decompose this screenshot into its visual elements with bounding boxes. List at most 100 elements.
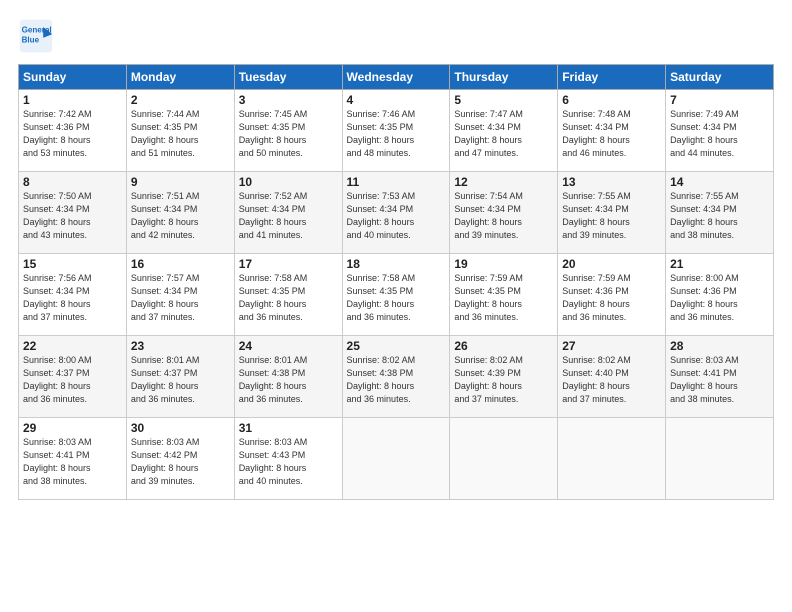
- day-info: Sunrise: 7:56 AMSunset: 4:34 PMDaylight:…: [23, 272, 122, 324]
- calendar-cell: 23Sunrise: 8:01 AMSunset: 4:37 PMDayligh…: [126, 336, 234, 418]
- day-number: 9: [131, 175, 230, 189]
- calendar-cell: [558, 418, 666, 500]
- calendar-cell: 27Sunrise: 8:02 AMSunset: 4:40 PMDayligh…: [558, 336, 666, 418]
- day-info: Sunrise: 7:48 AMSunset: 4:34 PMDaylight:…: [562, 108, 661, 160]
- day-info: Sunrise: 7:52 AMSunset: 4:34 PMDaylight:…: [239, 190, 338, 242]
- calendar-cell: 18Sunrise: 7:58 AMSunset: 4:35 PMDayligh…: [342, 254, 450, 336]
- day-number: 8: [23, 175, 122, 189]
- calendar-week-row: 22Sunrise: 8:00 AMSunset: 4:37 PMDayligh…: [19, 336, 774, 418]
- day-number: 22: [23, 339, 122, 353]
- calendar-cell: 6Sunrise: 7:48 AMSunset: 4:34 PMDaylight…: [558, 90, 666, 172]
- col-header-monday: Monday: [126, 65, 234, 90]
- calendar-week-row: 29Sunrise: 8:03 AMSunset: 4:41 PMDayligh…: [19, 418, 774, 500]
- day-number: 1: [23, 93, 122, 107]
- calendar-cell: 11Sunrise: 7:53 AMSunset: 4:34 PMDayligh…: [342, 172, 450, 254]
- day-number: 21: [670, 257, 769, 271]
- day-info: Sunrise: 8:01 AMSunset: 4:37 PMDaylight:…: [131, 354, 230, 406]
- calendar-cell: 29Sunrise: 8:03 AMSunset: 4:41 PMDayligh…: [19, 418, 127, 500]
- day-number: 31: [239, 421, 338, 435]
- col-header-saturday: Saturday: [666, 65, 774, 90]
- day-number: 13: [562, 175, 661, 189]
- calendar-cell: [666, 418, 774, 500]
- day-number: 23: [131, 339, 230, 353]
- day-info: Sunrise: 8:02 AMSunset: 4:40 PMDaylight:…: [562, 354, 661, 406]
- day-info: Sunrise: 8:02 AMSunset: 4:39 PMDaylight:…: [454, 354, 553, 406]
- day-info: Sunrise: 8:01 AMSunset: 4:38 PMDaylight:…: [239, 354, 338, 406]
- calendar-cell: 28Sunrise: 8:03 AMSunset: 4:41 PMDayligh…: [666, 336, 774, 418]
- calendar-cell: 20Sunrise: 7:59 AMSunset: 4:36 PMDayligh…: [558, 254, 666, 336]
- day-number: 15: [23, 257, 122, 271]
- day-info: Sunrise: 7:51 AMSunset: 4:34 PMDaylight:…: [131, 190, 230, 242]
- day-number: 29: [23, 421, 122, 435]
- calendar-cell: 10Sunrise: 7:52 AMSunset: 4:34 PMDayligh…: [234, 172, 342, 254]
- day-number: 19: [454, 257, 553, 271]
- day-number: 3: [239, 93, 338, 107]
- day-info: Sunrise: 7:58 AMSunset: 4:35 PMDaylight:…: [347, 272, 446, 324]
- day-info: Sunrise: 7:45 AMSunset: 4:35 PMDaylight:…: [239, 108, 338, 160]
- col-header-tuesday: Tuesday: [234, 65, 342, 90]
- calendar-cell: 15Sunrise: 7:56 AMSunset: 4:34 PMDayligh…: [19, 254, 127, 336]
- day-number: 5: [454, 93, 553, 107]
- calendar-cell: [342, 418, 450, 500]
- day-number: 16: [131, 257, 230, 271]
- calendar-cell: 21Sunrise: 8:00 AMSunset: 4:36 PMDayligh…: [666, 254, 774, 336]
- day-number: 26: [454, 339, 553, 353]
- day-number: 12: [454, 175, 553, 189]
- day-info: Sunrise: 7:46 AMSunset: 4:35 PMDaylight:…: [347, 108, 446, 160]
- day-info: Sunrise: 7:55 AMSunset: 4:34 PMDaylight:…: [562, 190, 661, 242]
- calendar-cell: 3Sunrise: 7:45 AMSunset: 4:35 PMDaylight…: [234, 90, 342, 172]
- calendar-cell: 14Sunrise: 7:55 AMSunset: 4:34 PMDayligh…: [666, 172, 774, 254]
- logo-icon: General Blue: [18, 18, 54, 54]
- col-header-thursday: Thursday: [450, 65, 558, 90]
- calendar-cell: 5Sunrise: 7:47 AMSunset: 4:34 PMDaylight…: [450, 90, 558, 172]
- col-header-friday: Friday: [558, 65, 666, 90]
- day-info: Sunrise: 8:03 AMSunset: 4:41 PMDaylight:…: [23, 436, 122, 488]
- calendar-cell: 31Sunrise: 8:03 AMSunset: 4:43 PMDayligh…: [234, 418, 342, 500]
- calendar-cell: 12Sunrise: 7:54 AMSunset: 4:34 PMDayligh…: [450, 172, 558, 254]
- calendar-cell: 19Sunrise: 7:59 AMSunset: 4:35 PMDayligh…: [450, 254, 558, 336]
- day-info: Sunrise: 8:00 AMSunset: 4:36 PMDaylight:…: [670, 272, 769, 324]
- calendar-cell: 30Sunrise: 8:03 AMSunset: 4:42 PMDayligh…: [126, 418, 234, 500]
- day-info: Sunrise: 7:59 AMSunset: 4:36 PMDaylight:…: [562, 272, 661, 324]
- day-info: Sunrise: 7:42 AMSunset: 4:36 PMDaylight:…: [23, 108, 122, 160]
- day-number: 27: [562, 339, 661, 353]
- day-info: Sunrise: 7:44 AMSunset: 4:35 PMDaylight:…: [131, 108, 230, 160]
- calendar-cell: [450, 418, 558, 500]
- day-number: 7: [670, 93, 769, 107]
- calendar-cell: 7Sunrise: 7:49 AMSunset: 4:34 PMDaylight…: [666, 90, 774, 172]
- calendar-cell: 2Sunrise: 7:44 AMSunset: 4:35 PMDaylight…: [126, 90, 234, 172]
- day-info: Sunrise: 7:53 AMSunset: 4:34 PMDaylight:…: [347, 190, 446, 242]
- calendar-cell: 8Sunrise: 7:50 AMSunset: 4:34 PMDaylight…: [19, 172, 127, 254]
- day-info: Sunrise: 8:02 AMSunset: 4:38 PMDaylight:…: [347, 354, 446, 406]
- logo: General Blue: [18, 18, 54, 54]
- day-info: Sunrise: 7:47 AMSunset: 4:34 PMDaylight:…: [454, 108, 553, 160]
- svg-text:Blue: Blue: [22, 35, 40, 44]
- calendar-cell: 4Sunrise: 7:46 AMSunset: 4:35 PMDaylight…: [342, 90, 450, 172]
- page-header: General Blue: [18, 18, 774, 54]
- day-number: 28: [670, 339, 769, 353]
- calendar-cell: 9Sunrise: 7:51 AMSunset: 4:34 PMDaylight…: [126, 172, 234, 254]
- day-info: Sunrise: 7:59 AMSunset: 4:35 PMDaylight:…: [454, 272, 553, 324]
- calendar-cell: 26Sunrise: 8:02 AMSunset: 4:39 PMDayligh…: [450, 336, 558, 418]
- day-number: 11: [347, 175, 446, 189]
- calendar-week-row: 15Sunrise: 7:56 AMSunset: 4:34 PMDayligh…: [19, 254, 774, 336]
- calendar-cell: 25Sunrise: 8:02 AMSunset: 4:38 PMDayligh…: [342, 336, 450, 418]
- day-number: 30: [131, 421, 230, 435]
- day-info: Sunrise: 7:57 AMSunset: 4:34 PMDaylight:…: [131, 272, 230, 324]
- calendar-page: General Blue SundayMondayTuesdayWednesda…: [0, 0, 792, 612]
- day-info: Sunrise: 8:03 AMSunset: 4:43 PMDaylight:…: [239, 436, 338, 488]
- calendar-cell: 1Sunrise: 7:42 AMSunset: 4:36 PMDaylight…: [19, 90, 127, 172]
- day-number: 2: [131, 93, 230, 107]
- col-header-wednesday: Wednesday: [342, 65, 450, 90]
- calendar-table: SundayMondayTuesdayWednesdayThursdayFrid…: [18, 64, 774, 500]
- calendar-week-row: 1Sunrise: 7:42 AMSunset: 4:36 PMDaylight…: [19, 90, 774, 172]
- calendar-cell: 22Sunrise: 8:00 AMSunset: 4:37 PMDayligh…: [19, 336, 127, 418]
- day-info: Sunrise: 8:00 AMSunset: 4:37 PMDaylight:…: [23, 354, 122, 406]
- col-header-sunday: Sunday: [19, 65, 127, 90]
- day-info: Sunrise: 7:49 AMSunset: 4:34 PMDaylight:…: [670, 108, 769, 160]
- day-number: 18: [347, 257, 446, 271]
- day-info: Sunrise: 8:03 AMSunset: 4:41 PMDaylight:…: [670, 354, 769, 406]
- day-info: Sunrise: 7:50 AMSunset: 4:34 PMDaylight:…: [23, 190, 122, 242]
- day-number: 17: [239, 257, 338, 271]
- day-info: Sunrise: 7:55 AMSunset: 4:34 PMDaylight:…: [670, 190, 769, 242]
